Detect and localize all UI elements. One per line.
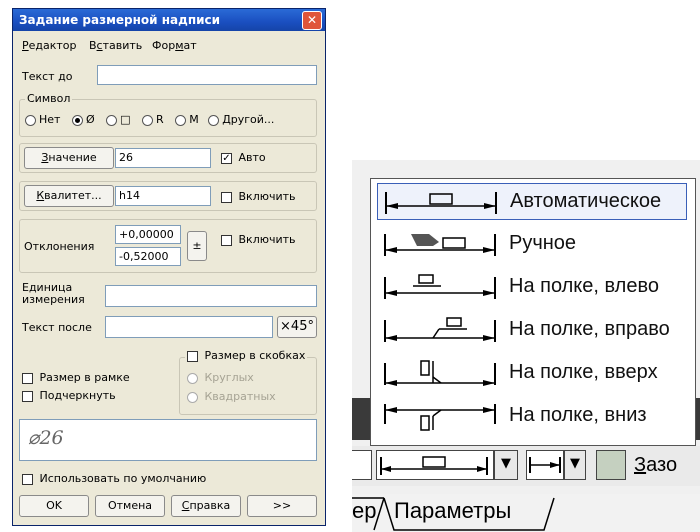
cancel-button[interactable]: Отмена (95, 495, 165, 517)
dimension-text-dialog: Задание размерной надписи ✕ Редактор Вст… (12, 8, 326, 526)
tab-parameters[interactable]: Параметры (394, 498, 511, 524)
auto-placement-icon (385, 192, 497, 214)
brackets-group (179, 357, 317, 415)
auto-placement-icon (380, 456, 488, 475)
unit-label: Единица измерения (22, 281, 85, 306)
placement-option-label: На полке, влево (509, 275, 659, 297)
symbol-none-radio[interactable] (25, 114, 36, 126)
placement-option-label: Ручное (509, 232, 577, 254)
placement-option-shelf-down[interactable]: На полке, вниз (377, 398, 687, 435)
square-brackets-radio[interactable] (187, 391, 198, 403)
qualitet-enable-checkbox[interactable] (221, 191, 232, 203)
qualitet-button[interactable]: Квалитет... (24, 185, 114, 207)
tab-bar: ер Параметры (352, 494, 700, 532)
symbol-other-radio[interactable] (208, 114, 220, 126)
shelf-right-icon (384, 317, 496, 342)
brackets-checkbox[interactable] (187, 350, 198, 362)
arrow-style-combo[interactable] (526, 450, 564, 480)
shelf-left-icon (384, 274, 496, 299)
text-after-input[interactable] (105, 316, 273, 338)
plus-minus-button[interactable]: ± (187, 231, 207, 261)
menu-format[interactable]: Формат (152, 39, 197, 52)
placement-option-manual[interactable]: Ручное (377, 226, 687, 263)
manual-placement-icon (384, 234, 496, 256)
lower-deviation-input[interactable]: -0,52000 (115, 247, 181, 266)
shelf-down-icon (384, 404, 496, 431)
placement-option-shelf-left[interactable]: На полке, влево (377, 269, 687, 306)
placement-option-label: На полке, вправо (509, 318, 670, 340)
frame-option: Размер в рамке (22, 371, 130, 384)
text-before-label: Текст до (22, 70, 73, 83)
placement-option-label: На полке, вверх (509, 361, 658, 383)
gap-label: Зазо (634, 454, 678, 476)
frame-checkbox[interactable] (22, 372, 33, 384)
dialog-titlebar: Задание размерной надписи ✕ (13, 9, 325, 31)
help-button[interactable]: Справка (171, 495, 241, 517)
unit-input[interactable] (105, 285, 317, 307)
default-checkbox[interactable] (22, 473, 33, 485)
menu-editor[interactable]: Редактор (22, 39, 77, 52)
brackets-option: Размер в скобках (185, 349, 308, 362)
preview-text: ⌀26 (28, 427, 64, 449)
value-input[interactable]: 26 (115, 148, 211, 168)
more-button[interactable]: >> (247, 495, 317, 517)
menu-insert[interactable]: Вставить (89, 39, 142, 52)
symbol-square-radio[interactable] (106, 114, 118, 126)
deviations-enable-checkbox[interactable] (221, 234, 232, 246)
dialog-title: Задание размерной надписи (19, 13, 221, 27)
placement-dropdown-arrow[interactable]: ▼ (494, 450, 518, 480)
round-brackets-radio[interactable] (187, 372, 198, 384)
symbol-diameter-radio[interactable] (71, 114, 83, 126)
underline-checkbox[interactable] (22, 390, 33, 402)
symbol-group-legend: Символ (25, 92, 73, 105)
placement-combo[interactable] (376, 450, 494, 480)
deviations-label: Отклонения (24, 240, 95, 253)
auto-option: ✓ Авто (221, 151, 266, 164)
auto-checkbox[interactable]: ✓ (221, 152, 232, 164)
underline-option: Подчеркнуть (22, 389, 116, 402)
text-after-label: Текст после (22, 321, 92, 334)
default-option: Использовать по умолчанию (22, 472, 206, 485)
dimension-toolbar: ▼ ▼ Зазо (352, 446, 700, 486)
angle-45-button[interactable]: ×45° (277, 316, 317, 338)
placement-option-auto[interactable]: Автоматическое (377, 183, 687, 220)
arrow-style-dropdown-arrow[interactable]: ▼ (564, 450, 586, 480)
shelf-up-icon (384, 360, 496, 386)
symbol-radius-radio[interactable] (142, 114, 154, 126)
tab-previous[interactable]: ер (352, 498, 376, 524)
text-before-input[interactable] (97, 65, 317, 85)
deviations-enable-option: Включить (221, 233, 296, 246)
preview-box: ⌀26 (19, 419, 317, 461)
qualitet-input[interactable]: h14 (115, 186, 211, 206)
arrow-style-icon (529, 457, 561, 473)
placement-option-label: На полке, вниз (509, 404, 647, 426)
placement-dropdown: Автоматическое Ручное На полке, влево На… (370, 178, 696, 446)
ok-button[interactable]: OK (19, 495, 89, 517)
value-button[interactable]: Значение (24, 147, 114, 169)
upper-deviation-input[interactable]: +0,00000 (115, 225, 181, 244)
placement-option-shelf-right[interactable]: На полке, вправо (377, 312, 687, 349)
close-button[interactable]: ✕ (302, 11, 322, 30)
qualitet-enable-option: Включить (221, 190, 296, 203)
square-brackets-option: Квадратных (187, 390, 276, 403)
placement-option-shelf-up[interactable]: На полке, вверх (377, 355, 687, 392)
round-brackets-option: Круглых (187, 371, 254, 384)
color-swatch[interactable] (596, 450, 626, 480)
symbol-options: Нет Ø □ R M Другой... (25, 113, 274, 126)
symbol-metric-radio[interactable] (175, 114, 187, 126)
placement-option-label: Автоматическое (510, 190, 662, 212)
toolbar-field-left[interactable] (352, 450, 372, 480)
